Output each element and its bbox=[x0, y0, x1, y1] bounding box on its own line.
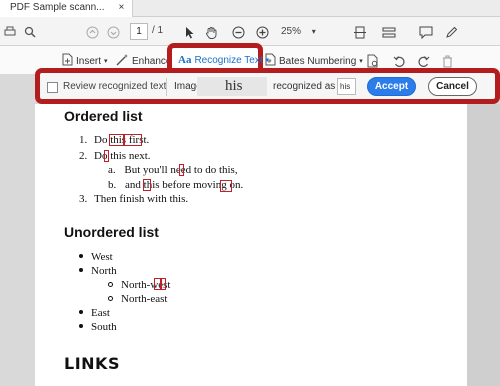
document-tab-title: PDF Sample scann... bbox=[10, 2, 105, 13]
recognition-marker[interactable] bbox=[143, 179, 151, 191]
recognized-text-input[interactable]: his bbox=[337, 78, 356, 95]
review-recognized-text-checkbox[interactable] bbox=[47, 82, 58, 93]
rotate-left-icon[interactable] bbox=[393, 53, 406, 69]
recognize-text-icon: Aa bbox=[178, 54, 192, 66]
bullet bbox=[79, 310, 83, 315]
page-total-label: / 1 bbox=[152, 25, 164, 36]
unordered-item-west: West bbox=[79, 251, 113, 263]
search-icon[interactable] bbox=[22, 23, 38, 41]
tab-bar: PDF Sample scann... × bbox=[0, 0, 500, 17]
recognition-marker[interactable] bbox=[220, 180, 232, 192]
divider bbox=[166, 78, 167, 96]
insert-page-icon bbox=[62, 53, 73, 69]
fit-page-icon[interactable] bbox=[352, 23, 368, 41]
pen-icon[interactable] bbox=[443, 23, 459, 41]
bullet bbox=[79, 254, 83, 259]
accept-button[interactable]: Accept bbox=[367, 77, 416, 96]
ordered-list-heading: Ordered list bbox=[64, 108, 143, 124]
recognition-marker[interactable] bbox=[124, 134, 142, 146]
bates-numbering-label: Bates Numbering bbox=[279, 55, 357, 67]
recognition-marker[interactable] bbox=[109, 134, 124, 146]
trash-icon[interactable] bbox=[442, 53, 453, 69]
viewer-background bbox=[467, 104, 500, 386]
insert-label: Insert bbox=[76, 55, 102, 67]
recognize-text-label: Recognize Text bbox=[194, 54, 263, 66]
zoom-dropdown[interactable]: 25% ▾ bbox=[281, 23, 327, 40]
bates-numbering-button[interactable]: # Bates Numbering ▾ bbox=[265, 53, 363, 69]
unordered-item-north: North bbox=[79, 265, 117, 277]
document-tab[interactable]: PDF Sample scann... × bbox=[0, 0, 134, 17]
bullet bbox=[79, 324, 83, 329]
cancel-button[interactable]: Cancel bbox=[428, 77, 477, 96]
recognize-text-bar: Review recognized text Image his recogni… bbox=[35, 68, 500, 104]
chevron-down-icon: ▾ bbox=[265, 57, 270, 64]
next-page-icon[interactable] bbox=[105, 23, 121, 41]
page-number-input[interactable]: 1 bbox=[130, 23, 148, 40]
bullet bbox=[108, 281, 113, 287]
recognition-marker[interactable] bbox=[104, 150, 109, 162]
print-icon[interactable] bbox=[2, 23, 18, 41]
zoom-value: 25% bbox=[281, 26, 302, 37]
bullet bbox=[79, 268, 83, 273]
zoom-in-icon[interactable] bbox=[254, 23, 270, 41]
chevron-down-icon: ▾ bbox=[104, 58, 108, 65]
review-recognized-text-label: Review recognized text bbox=[63, 81, 167, 92]
recognized-as-label: recognized as bbox=[273, 81, 336, 92]
recognition-marker[interactable] bbox=[160, 278, 166, 290]
ordered-item-3: 3. Then finish with this. bbox=[79, 193, 189, 205]
hand-tool-icon[interactable] bbox=[203, 23, 219, 41]
page-options-icon[interactable] bbox=[367, 53, 379, 69]
links-heading: LINKS bbox=[64, 354, 120, 373]
chevron-down-icon: ▾ bbox=[311, 27, 316, 36]
recognized-image-preview: his bbox=[197, 77, 267, 96]
rotate-right-icon[interactable] bbox=[417, 53, 430, 69]
select-cursor-icon[interactable] bbox=[183, 23, 197, 41]
sub-item-a: a. But you'll need to do this, bbox=[108, 164, 238, 176]
chevron-down-icon: ▾ bbox=[359, 58, 363, 65]
insert-button[interactable]: Insert ▾ bbox=[62, 53, 108, 69]
bullet bbox=[108, 295, 113, 301]
scroll-mode-icon[interactable] bbox=[381, 23, 397, 41]
enhance-button[interactable]: Enhance bbox=[116, 53, 171, 69]
previous-page-icon[interactable] bbox=[84, 23, 100, 41]
unordered-item-east: East bbox=[79, 307, 110, 319]
unordered-item-south: South bbox=[79, 321, 117, 333]
unordered-list-heading: Unordered list bbox=[64, 224, 159, 240]
close-tab-icon[interactable]: × bbox=[118, 2, 124, 17]
enhance-label: Enhance bbox=[132, 55, 172, 67]
recognition-marker[interactable] bbox=[179, 164, 184, 176]
enhance-icon bbox=[116, 53, 129, 69]
document-page: Ordered list 1. Do this first. 2. Do thi… bbox=[35, 104, 467, 386]
comment-icon[interactable] bbox=[418, 23, 434, 41]
ordered-item-2: 2. Do this next. bbox=[79, 150, 151, 162]
zoom-out-icon[interactable] bbox=[230, 23, 246, 41]
unordered-sub-item-north-east: North-east bbox=[108, 293, 167, 305]
